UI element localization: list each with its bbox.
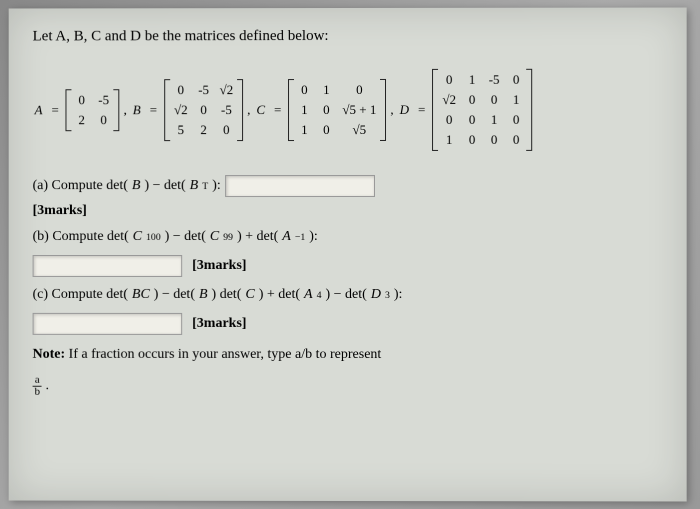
answer-input-b[interactable]: [33, 255, 183, 277]
marks-b: [3marks]: [192, 258, 246, 274]
worksheet-paper: Let A, B, C and D be the matrices define…: [9, 8, 687, 502]
eq-3: =: [274, 102, 281, 118]
part-c: (c) Compute det(BC) − det(B) det(C) + de…: [33, 287, 663, 303]
part-c-answer-row: [3marks]: [33, 313, 663, 335]
eq-2: =: [150, 102, 157, 118]
marks-c: [3marks]: [192, 316, 246, 332]
label-B: B: [133, 102, 141, 118]
matrices-definition: A = 0-5 20 , B = 0-5√2 √20-5 520 , C =: [33, 69, 663, 152]
fraction-ab: a b: [33, 375, 42, 398]
matrix-B: 0-5√2 √20-5 520: [164, 79, 243, 141]
note-fraction: a b .: [33, 375, 663, 398]
note-text: Note: If a fraction occurs in your answe…: [33, 347, 663, 363]
marks-a: [3marks]: [33, 203, 663, 219]
answer-input-c[interactable]: [33, 313, 183, 335]
part-a: (a) Compute det(B) − det(BT):: [33, 175, 663, 197]
label-A: A: [35, 102, 43, 118]
eq-4: =: [418, 102, 425, 118]
matrix-A: 0-5 20: [66, 89, 120, 131]
label-D: D: [400, 102, 409, 118]
eq-1: =: [51, 102, 58, 118]
matrix-C: 010 10√5 + 1 10√5: [288, 79, 386, 141]
part-b-answer-row: [3marks]: [33, 255, 663, 277]
matrix-D: 01-50 √2001 0010 1000: [432, 69, 532, 151]
part-b: (b) Compute det(C100) − det(C99) + det(A…: [33, 229, 663, 245]
answer-input-a[interactable]: [225, 175, 375, 197]
intro-text: Let A, B, C and D be the matrices define…: [33, 28, 663, 46]
label-C: C: [256, 102, 265, 118]
